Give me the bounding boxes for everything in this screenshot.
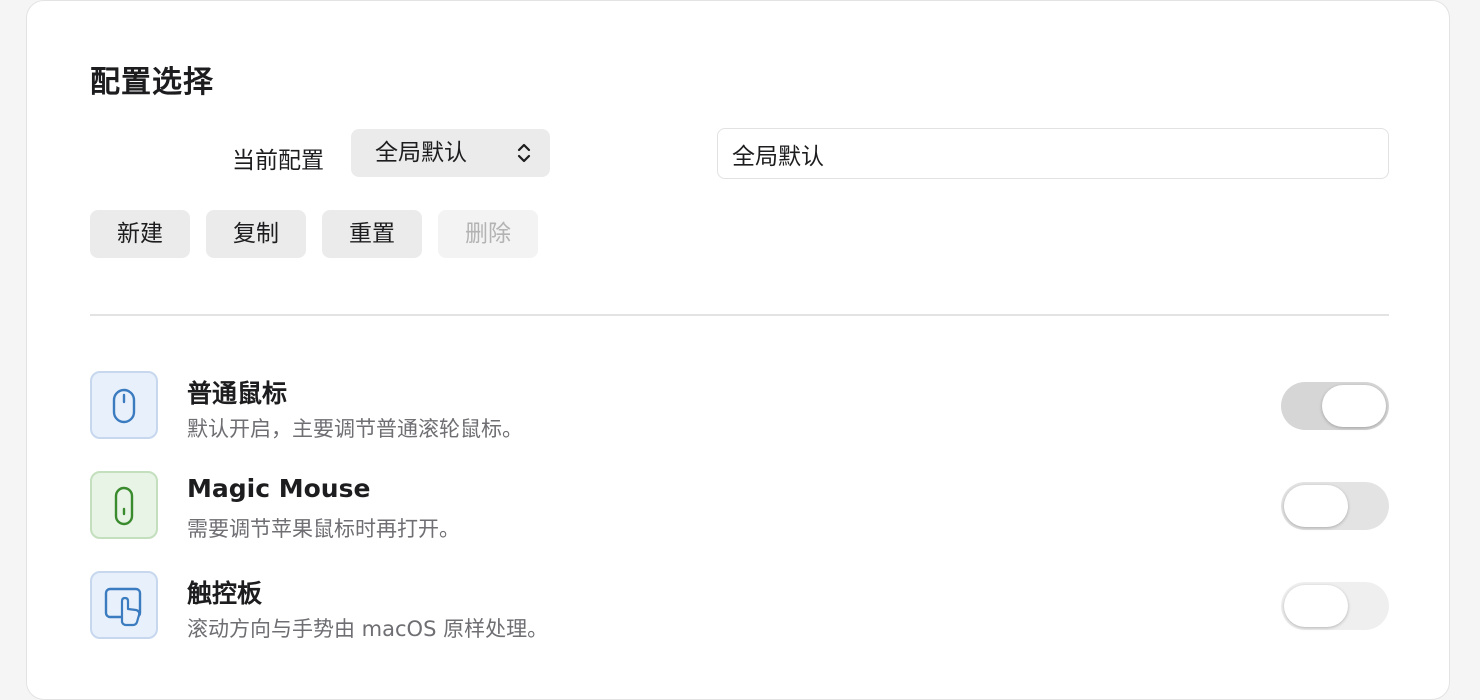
new-button[interactable]: 新建: [90, 210, 190, 258]
toggle-trackpad[interactable]: [1281, 582, 1389, 630]
toggle-knob: [1284, 485, 1348, 527]
device-title-trackpad: 触控板: [187, 579, 263, 608]
copy-button[interactable]: 复制: [206, 210, 306, 258]
device-desc-trackpad: 滚动方向与手势由 macOS 原样处理。: [187, 617, 549, 641]
toggle-knob: [1322, 385, 1386, 427]
section-divider: [90, 314, 1389, 316]
section-title: 配置选择: [90, 65, 214, 100]
config-select[interactable]: 全局默认: [351, 129, 550, 177]
reset-button[interactable]: 重置: [322, 210, 422, 258]
device-desc-mouse: 默认开启，主要调节普通滚轮鼠标。: [187, 417, 523, 441]
config-name-field[interactable]: [717, 128, 1389, 179]
chevron-up-down-icon: [517, 143, 531, 163]
device-desc-magic-mouse: 需要调节苹果鼠标时再打开。: [187, 517, 460, 541]
delete-button: 删除: [438, 210, 538, 258]
mouse-icon: [90, 371, 158, 439]
device-title-magic-mouse: Magic Mouse: [187, 474, 371, 503]
current-config-label: 当前配置: [232, 148, 324, 174]
magic-mouse-icon: [90, 471, 158, 539]
toggle-knob: [1284, 585, 1348, 627]
device-title-mouse: 普通鼠标: [187, 379, 288, 408]
trackpad-icon: [90, 571, 158, 639]
config-select-value: 全局默认: [375, 140, 467, 166]
toggle-mouse[interactable]: [1281, 382, 1389, 430]
config-panel: 配置选择 当前配置 全局默认 新建 复制 重置 删除 普通鼠标 默认开启，主要调…: [26, 0, 1450, 700]
toggle-magic-mouse[interactable]: [1281, 482, 1389, 530]
